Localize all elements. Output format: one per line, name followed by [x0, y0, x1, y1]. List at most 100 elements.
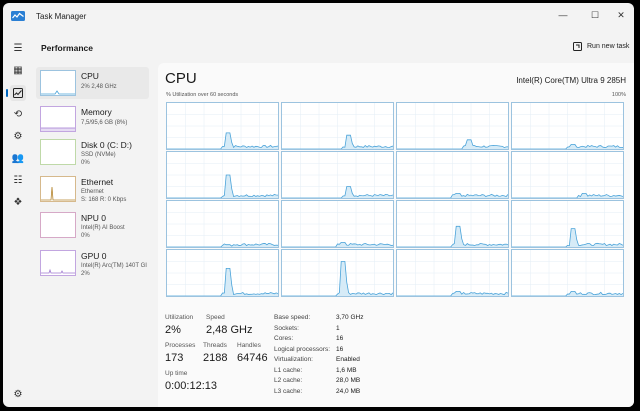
npu-thumbnail — [40, 212, 76, 238]
gpu-thumbnail — [40, 250, 76, 276]
sidebar-item-detail: 2% 2,48 GHz — [81, 84, 117, 90]
info-value: 24,0 MB — [336, 388, 361, 395]
info-label: Base speed: — [274, 314, 311, 321]
sidebar-item-memory[interactable]: Memory 7,5/95,6 GB (8%) — [36, 103, 149, 135]
close-button[interactable]: ✕ — [608, 7, 634, 23]
details-icon[interactable]: ☷ — [10, 173, 26, 189]
cpu-core-graph — [166, 200, 279, 248]
info-value: 16 — [336, 335, 344, 342]
window-title: Task Manager — [36, 12, 87, 21]
performance-icon[interactable] — [6, 85, 26, 101]
speed-value: 2,48 GHz — [206, 324, 253, 336]
sidebar-item-gpu[interactable]: GPU 0 Intel(R) Arc(TM) 140T GI 2% — [36, 247, 149, 279]
cpu-core-graph — [396, 200, 509, 248]
resource-list: CPU 2% 2,48 GHz Memory 7,5/95,6 GB (8%) … — [33, 63, 153, 403]
cpu-core-graph — [511, 102, 624, 150]
info-value: 1 — [336, 325, 340, 332]
memory-thumbnail — [40, 106, 76, 132]
sidebar-item-detail: SSD (NVMe) — [81, 152, 116, 158]
graph-max-label: 100% — [611, 92, 626, 98]
cpu-core-graph — [511, 151, 624, 199]
info-label: L3 cache: — [274, 388, 303, 395]
cpu-core-graph — [396, 249, 509, 297]
page-header: Performance Run new task — [33, 33, 634, 63]
sidebar-item-detail-2: 0% — [81, 233, 90, 239]
sidebar-item-detail-2: S: 168 R: 0 Kbps — [81, 197, 127, 203]
utilization-value: 2% — [165, 324, 181, 336]
run-new-task-label: Run new task — [587, 43, 630, 50]
cpu-core-graph — [281, 102, 394, 150]
cpu-core-graph — [281, 151, 394, 199]
info-label: Virtualization: — [274, 356, 313, 363]
nav-rail: ☰ ▦ ⟲ ⚙ 👥 ☷ ❖ ⚙ — [3, 33, 33, 407]
sidebar-item-disk[interactable]: Disk 0 (C: D:) SSD (NVMe) 0% — [36, 136, 149, 168]
info-label: Sockets: — [274, 325, 299, 332]
cpu-core-graph — [396, 102, 509, 150]
uptime-label: Up time — [165, 370, 188, 377]
settings-icon[interactable]: ⚙ — [10, 387, 26, 403]
sidebar-item-detail: 7,5/95,6 GB (8%) — [81, 120, 128, 126]
sidebar-item-detail: Intel(R) AI Boost — [81, 225, 125, 231]
minimize-button[interactable]: — — [550, 7, 576, 23]
cpu-core-graph — [281, 200, 394, 248]
resource-title: CPU — [165, 70, 197, 87]
processes-label: Processes — [165, 342, 196, 349]
threads-label: Threads — [203, 342, 227, 349]
sidebar-item-detail: Intel(R) Arc(TM) 140T GI — [81, 263, 147, 269]
hamburger-icon[interactable]: ☰ — [10, 41, 26, 57]
speed-label: Speed — [206, 314, 225, 321]
sidebar-item-label: Ethernet — [81, 177, 114, 187]
info-value: 3,70 GHz — [336, 314, 364, 321]
disk-thumbnail — [40, 139, 76, 165]
threads-value: 2188 — [203, 352, 228, 364]
info-label: Logical processors: — [274, 346, 330, 353]
sidebar-item-label: GPU 0 — [81, 251, 107, 261]
info-label: Cores: — [274, 335, 294, 342]
sidebar-item-cpu[interactable]: CPU 2% 2,48 GHz — [36, 67, 149, 99]
graph-axis-label: % Utilization over 60 seconds — [166, 92, 239, 98]
cpu-core-graph — [396, 151, 509, 199]
cpu-details-panel: CPU Intel(R) Core(TM) Ultra 9 285H % Uti… — [158, 63, 634, 407]
utilization-label: Utilization — [165, 314, 194, 321]
uptime-value: 0:00:12:13 — [165, 380, 217, 392]
handles-label: Handles — [237, 342, 261, 349]
maximize-button[interactable]: ☐ — [582, 7, 608, 23]
sidebar-item-npu[interactable]: NPU 0 Intel(R) AI Boost 0% — [36, 209, 149, 241]
ethernet-thumbnail — [40, 176, 76, 202]
info-value: Enabled — [336, 356, 360, 363]
cpu-core-graph — [281, 249, 394, 297]
info-label: L1 cache: — [274, 367, 303, 374]
processes-icon[interactable]: ▦ — [10, 63, 26, 79]
page-title: Performance — [41, 43, 93, 53]
cpu-core-graph — [511, 200, 624, 248]
sidebar-item-detail: Ethernet — [81, 189, 104, 195]
sidebar-item-label: NPU 0 — [81, 213, 107, 223]
cpu-core-graph — [166, 151, 279, 199]
task-manager-app-icon — [11, 11, 25, 21]
cpu-core-graph — [166, 249, 279, 297]
cpu-core-graph — [511, 249, 624, 297]
cpu-thumbnail — [40, 70, 76, 96]
sidebar-item-ethernet[interactable]: Ethernet Ethernet S: 168 R: 0 Kbps — [36, 173, 149, 205]
info-value: 1,6 MB — [336, 367, 357, 374]
startup-icon[interactable]: ⚙ — [10, 129, 26, 145]
info-value: 16 — [336, 346, 344, 353]
sidebar-item-label: Disk 0 (C: D:) — [81, 140, 132, 150]
run-task-icon — [573, 42, 582, 51]
sidebar-item-detail-2: 2% — [81, 271, 90, 277]
services-icon[interactable]: ❖ — [10, 195, 26, 211]
app-history-icon[interactable]: ⟲ — [10, 107, 26, 123]
handles-value: 64746 — [237, 352, 268, 364]
sidebar-item-detail-2: 0% — [81, 160, 90, 166]
title-bar: Task Manager — ☐ ✕ — [3, 3, 634, 31]
info-value: 28,0 MB — [336, 377, 361, 384]
sidebar-item-label: Memory — [81, 107, 112, 117]
sidebar-item-label: CPU — [81, 71, 99, 81]
users-icon[interactable]: 👥 — [10, 151, 26, 167]
logical-processor-graphs — [166, 102, 624, 298]
run-new-task-button[interactable]: Run new task — [573, 42, 629, 51]
info-label: L2 cache: — [274, 377, 303, 384]
cpu-model-name: Intel(R) Core(TM) Ultra 9 285H — [516, 76, 626, 85]
task-manager-window: Task Manager — ☐ ✕ ☰ ▦ ⟲ ⚙ 👥 ☷ ❖ ⚙ Perfo… — [3, 3, 634, 407]
cpu-core-graph — [166, 102, 279, 150]
